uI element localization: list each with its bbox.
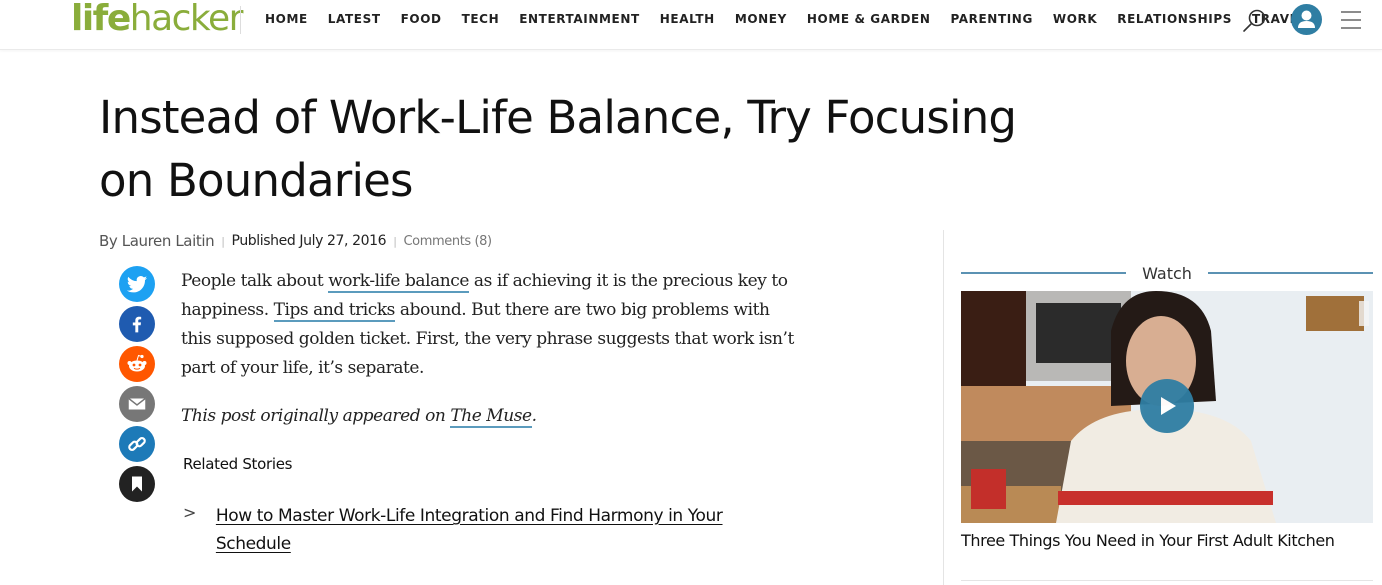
source-note: This post originally appeared on The Mus… xyxy=(181,402,801,431)
watch-label: Watch xyxy=(1142,263,1192,283)
nav-relationships[interactable]: RELATIONSHIPS xyxy=(1117,12,1232,26)
site-header: lifehacker HOME LATEST FOOD TECH ENTERTA… xyxy=(0,0,1382,50)
copy-link-button[interactable] xyxy=(119,426,155,462)
nav-entertainment[interactable]: ENTERTAINMENT xyxy=(519,12,640,26)
logo-divider xyxy=(240,6,241,34)
hamburger-menu-icon[interactable] xyxy=(1340,9,1362,31)
reddit-share-button[interactable] xyxy=(119,346,155,382)
published-label: Published xyxy=(231,233,296,249)
facebook-icon xyxy=(132,316,142,333)
main-nav: HOME LATEST FOOD TECH ENTERTAINMENT HEAL… xyxy=(265,12,1327,26)
sidebar-rule xyxy=(961,580,1373,581)
work-life-balance-link[interactable]: work-life balance xyxy=(328,271,469,293)
lifehacker-logo[interactable]: lifehacker xyxy=(71,0,244,42)
nav-home[interactable]: HOME xyxy=(265,12,308,26)
nav-latest[interactable]: LATEST xyxy=(328,12,381,26)
share-rail xyxy=(119,266,155,506)
source-note-text: . xyxy=(531,406,537,426)
nav-money[interactable]: MONEY xyxy=(735,12,787,26)
related-stories-heading: Related Stories xyxy=(183,455,293,473)
comments-link[interactable]: Comments (8) xyxy=(404,234,493,249)
play-button[interactable] xyxy=(1140,379,1194,433)
nav-work[interactable]: WORK xyxy=(1053,12,1097,26)
sidebar-divider xyxy=(943,230,944,585)
related-story-link[interactable]: How to Master Work-Life Integration and … xyxy=(216,502,783,558)
author-link[interactable]: By Lauren Laitin xyxy=(99,232,215,250)
nav-health[interactable]: HEALTH xyxy=(660,12,715,26)
paragraph-text: People talk about xyxy=(181,271,329,291)
article-title: Instead of Work-Life Balance, Try Focusi… xyxy=(99,91,1017,207)
user-icon[interactable] xyxy=(1291,4,1322,35)
chevron-right-icon: > xyxy=(183,503,197,522)
header-rule xyxy=(1207,272,1373,274)
link-icon xyxy=(128,437,146,451)
facebook-share-button[interactable] xyxy=(119,306,155,342)
nav-food[interactable]: FOOD xyxy=(401,12,442,26)
play-icon xyxy=(1161,397,1176,415)
video-player[interactable] xyxy=(961,291,1373,523)
twitter-share-button[interactable] xyxy=(119,266,155,302)
logo-bold-text: life xyxy=(71,0,131,39)
tips-and-tricks-link[interactable]: Tips and tricks xyxy=(273,300,395,322)
source-note-text: This post originally appeared on xyxy=(181,406,451,426)
logo-thin-text: hacker xyxy=(129,0,244,39)
the-muse-link[interactable]: The Muse xyxy=(450,406,532,428)
nav-parenting[interactable]: PARENTING xyxy=(950,12,1032,26)
byline-separator: | xyxy=(393,234,397,248)
article-body: People talk about work-life balance as i… xyxy=(181,267,801,431)
bookmark-button[interactable] xyxy=(119,466,155,502)
reddit-icon xyxy=(127,354,147,372)
video-title-link[interactable]: Three Things You Need in Your First Adul… xyxy=(961,531,1335,550)
email-share-button[interactable] xyxy=(119,386,155,422)
byline: By Lauren Laitin | Published July 27, 20… xyxy=(99,232,492,250)
bookmark-icon xyxy=(132,476,142,492)
email-icon xyxy=(128,397,146,410)
byline-separator: | xyxy=(221,234,225,248)
published-date: July 27, 2016 xyxy=(299,233,387,249)
twitter-icon xyxy=(126,276,148,293)
related-story-item: > How to Master Work-Life Integration an… xyxy=(183,502,783,558)
nav-home-garden[interactable]: HOME & GARDEN xyxy=(807,12,931,26)
nav-tech[interactable]: TECH xyxy=(462,12,500,26)
watch-section-header: Watch xyxy=(961,262,1373,284)
header-rule xyxy=(961,272,1127,274)
search-icon[interactable] xyxy=(1241,7,1269,35)
article-paragraph: People talk about work-life balance as i… xyxy=(181,267,801,383)
